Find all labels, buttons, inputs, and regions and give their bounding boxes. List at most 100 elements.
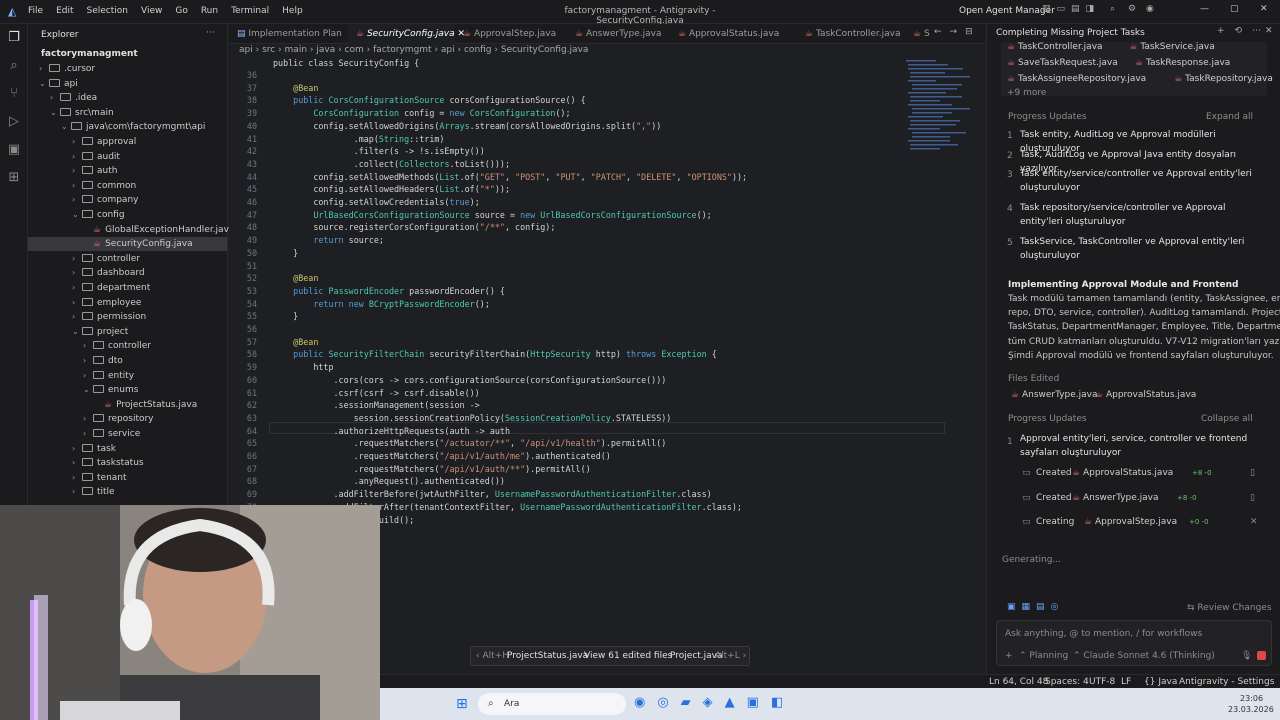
action-file[interactable]: ☕ ApprovalStatus.java bbox=[1072, 468, 1173, 478]
collapse-all-button[interactable]: Collapse all bbox=[1201, 414, 1253, 424]
tab-approvalstep-java[interactable]: ☕ ApprovalStep.java bbox=[455, 24, 567, 44]
review-changes-button[interactable]: ⇆ Review Changes bbox=[1187, 603, 1272, 613]
settings-status[interactable]: Antigravity - Settings bbox=[1179, 677, 1274, 687]
chat-input-box[interactable]: Ask anything, @ to mention, / for workfl… bbox=[996, 620, 1272, 666]
code-line[interactable]: .collect(Collectors.toList())); bbox=[273, 159, 510, 169]
code-line[interactable]: http bbox=[273, 362, 333, 372]
breadcrumb-item[interactable]: api bbox=[239, 45, 253, 55]
context-file[interactable]: ☕ TaskAssigneeRepository.java bbox=[1007, 74, 1146, 84]
breadcrumb-item[interactable]: api bbox=[441, 45, 455, 55]
code-line[interactable]: public SecurityFilterChain securityFilte… bbox=[273, 349, 717, 359]
tree-folder[interactable]: ⌄ config bbox=[28, 208, 227, 222]
code-line[interactable]: source.registerCorsConfiguration("/**", … bbox=[273, 222, 555, 232]
file-action-row[interactable]: ▭ Created ☕ AnswerType.java +8 -0 ▯ bbox=[1022, 493, 1262, 507]
explorer-icon[interactable]: ❐ bbox=[6, 30, 22, 46]
context-icons[interactable]: ▣▦▤◎ bbox=[1007, 602, 1064, 612]
tree-folder[interactable]: ⌄ api bbox=[28, 77, 227, 91]
breadcrumb-item[interactable]: java bbox=[316, 45, 335, 55]
tree-folder[interactable]: › audit bbox=[28, 150, 227, 164]
tree-folder[interactable]: ⌄ enums bbox=[28, 383, 227, 397]
tree-folder[interactable]: › entity bbox=[28, 369, 227, 383]
action-file[interactable]: ☕ AnswerType.java bbox=[1072, 493, 1159, 503]
tab-implementation-plan[interactable]: ▤ Implementation Plan bbox=[229, 24, 348, 44]
tree-folder[interactable]: › .idea bbox=[28, 91, 227, 105]
breadcrumb-item[interactable]: src bbox=[262, 45, 275, 55]
pinned-apps-icons[interactable]: ◉◎▰◈▲▣◧ bbox=[634, 695, 795, 710]
tree-folder[interactable]: › tenant bbox=[28, 471, 227, 485]
code-line[interactable]: @Bean bbox=[273, 337, 318, 347]
tree-folder[interactable]: › taskstatus bbox=[28, 456, 227, 470]
line-ending[interactable]: LF bbox=[1121, 677, 1131, 687]
code-line[interactable]: public PasswordEncoder passwordEncoder()… bbox=[273, 286, 505, 296]
tree-folder[interactable]: › service bbox=[28, 427, 227, 441]
tab-taskcontroller-java[interactable]: ☕ TaskController.java bbox=[797, 24, 905, 44]
code-line[interactable]: .requestMatchers("/api/v1/auth/**").perm… bbox=[273, 464, 591, 474]
context-file[interactable]: ☕ TaskRepository.java bbox=[1174, 74, 1273, 84]
panel-actions-icons[interactable]: +⟲⋯ bbox=[1217, 26, 1271, 36]
more-actions-icon[interactable]: ··· bbox=[206, 28, 215, 38]
mode-selector[interactable]: ⌃ Planning bbox=[1019, 651, 1068, 661]
open-agent-manager-button[interactable]: Open Agent Manager bbox=[959, 6, 1055, 16]
menu-terminal[interactable]: Terminal bbox=[231, 6, 269, 16]
code-line[interactable]: .csrf(csrf -> csrf.disable()) bbox=[273, 388, 480, 398]
cancel-icon[interactable]: ✕ bbox=[1250, 517, 1258, 527]
code-line[interactable]: } bbox=[273, 248, 298, 258]
open-file-icon[interactable]: ▯ bbox=[1250, 493, 1255, 503]
tree-folder[interactable]: › dto bbox=[28, 354, 227, 368]
tree-folder[interactable]: › employee bbox=[28, 296, 227, 310]
file-action-row[interactable]: ▭ Created ☕ ApprovalStatus.java +8 -0 ▯ bbox=[1022, 468, 1262, 482]
action-file[interactable]: ☕ ApprovalStep.java bbox=[1084, 517, 1177, 527]
tree-folder[interactable]: › controller bbox=[28, 339, 227, 353]
code-line[interactable]: .requestMatchers("/api/v1/auth/me").auth… bbox=[273, 451, 611, 461]
tab-securityconfig-java[interactable]: ☕ SecurityConfig.java ✕ bbox=[348, 24, 465, 44]
code-line[interactable]: config.setAllowedHeaders(List.of("*")); bbox=[273, 184, 510, 194]
tree-folder[interactable]: › title bbox=[28, 485, 227, 499]
model-selector[interactable]: ⌃ Claude Sonnet 4.6 (Thinking) bbox=[1073, 651, 1215, 661]
tree-file[interactable]: ☕ ProjectStatus.java bbox=[28, 398, 227, 412]
context-file[interactable]: ☕ TaskResponse.java bbox=[1135, 58, 1230, 68]
breadcrumb-item[interactable]: config bbox=[464, 45, 492, 55]
tree-folder[interactable]: ⌄ project bbox=[28, 325, 227, 339]
edited-file-2[interactable]: ☕ ApprovalStatus.java bbox=[1095, 390, 1196, 400]
extensions-icon[interactable]: ⊞ bbox=[6, 170, 22, 186]
edited-file-1[interactable]: ☕ AnswerType.java bbox=[1011, 390, 1098, 400]
expand-all-button[interactable]: Expand all bbox=[1206, 112, 1253, 122]
tree-folder[interactable]: ⌄ src\main bbox=[28, 106, 227, 120]
code-line[interactable]: .anyRequest().authenticated()) bbox=[273, 476, 505, 486]
cursor-position[interactable]: Ln 64, Col 48 bbox=[989, 677, 1048, 687]
code-line[interactable]: .map(String::trim) bbox=[273, 134, 445, 144]
tree-folder[interactable]: › controller bbox=[28, 252, 227, 266]
menu-edit[interactable]: Edit bbox=[56, 6, 73, 16]
minimap[interactable] bbox=[904, 58, 984, 158]
add-context-icon[interactable]: + bbox=[1005, 651, 1013, 661]
more-files-link[interactable]: +9 more bbox=[1007, 88, 1046, 98]
code-line[interactable]: public CorsConfigurationSource corsConfi… bbox=[273, 95, 585, 105]
open-file-icon[interactable]: ▯ bbox=[1250, 468, 1255, 478]
code-line[interactable]: } bbox=[273, 311, 298, 321]
windows-start-icon[interactable]: ⊞ bbox=[456, 696, 468, 712]
minimize-icon[interactable]: — bbox=[1200, 4, 1209, 14]
workspace-root[interactable]: factorymanagment bbox=[41, 49, 138, 59]
file-action-row[interactable]: ▭ Creating ☕ ApprovalStep.java +0 -0 ✕ bbox=[1022, 517, 1262, 531]
remote-explorer-icon[interactable]: ▣ bbox=[6, 142, 22, 158]
menu-go[interactable]: Go bbox=[175, 6, 187, 16]
tree-file[interactable]: ☕ GlobalExceptionHandler.java bbox=[28, 223, 234, 237]
menu-file[interactable]: File bbox=[28, 6, 43, 16]
stop-button[interactable] bbox=[1257, 651, 1266, 660]
code-line[interactable]: .filter(s -> !s.isEmpty()) bbox=[273, 146, 485, 156]
code-line[interactable]: config.setAllowedMethods(List.of("GET", … bbox=[273, 172, 747, 182]
settings-gear-icon[interactable]: ⚙ bbox=[1128, 4, 1136, 14]
menu-run[interactable]: Run bbox=[201, 6, 218, 16]
tree-folder[interactable]: › permission bbox=[28, 310, 227, 324]
tree-folder[interactable]: › repository bbox=[28, 412, 227, 426]
tab-s[interactable]: ☕ S bbox=[905, 24, 930, 44]
menu-view[interactable]: View bbox=[141, 6, 162, 16]
layout-toggle-icons[interactable]: ▥▭▤◨ bbox=[1042, 4, 1100, 14]
taskbar-search[interactable]: ⌕ Ara bbox=[478, 693, 626, 715]
microphone-icon[interactable]: 🎙 bbox=[1241, 651, 1252, 661]
tree-folder[interactable]: › company bbox=[28, 193, 227, 207]
search-icon[interactable]: ⌕ bbox=[1110, 4, 1115, 14]
view-edited-files-button[interactable]: View 61 edited files bbox=[584, 651, 672, 661]
breadcrumb-item[interactable]: main bbox=[285, 45, 308, 55]
tree-folder[interactable]: › auth bbox=[28, 164, 227, 178]
